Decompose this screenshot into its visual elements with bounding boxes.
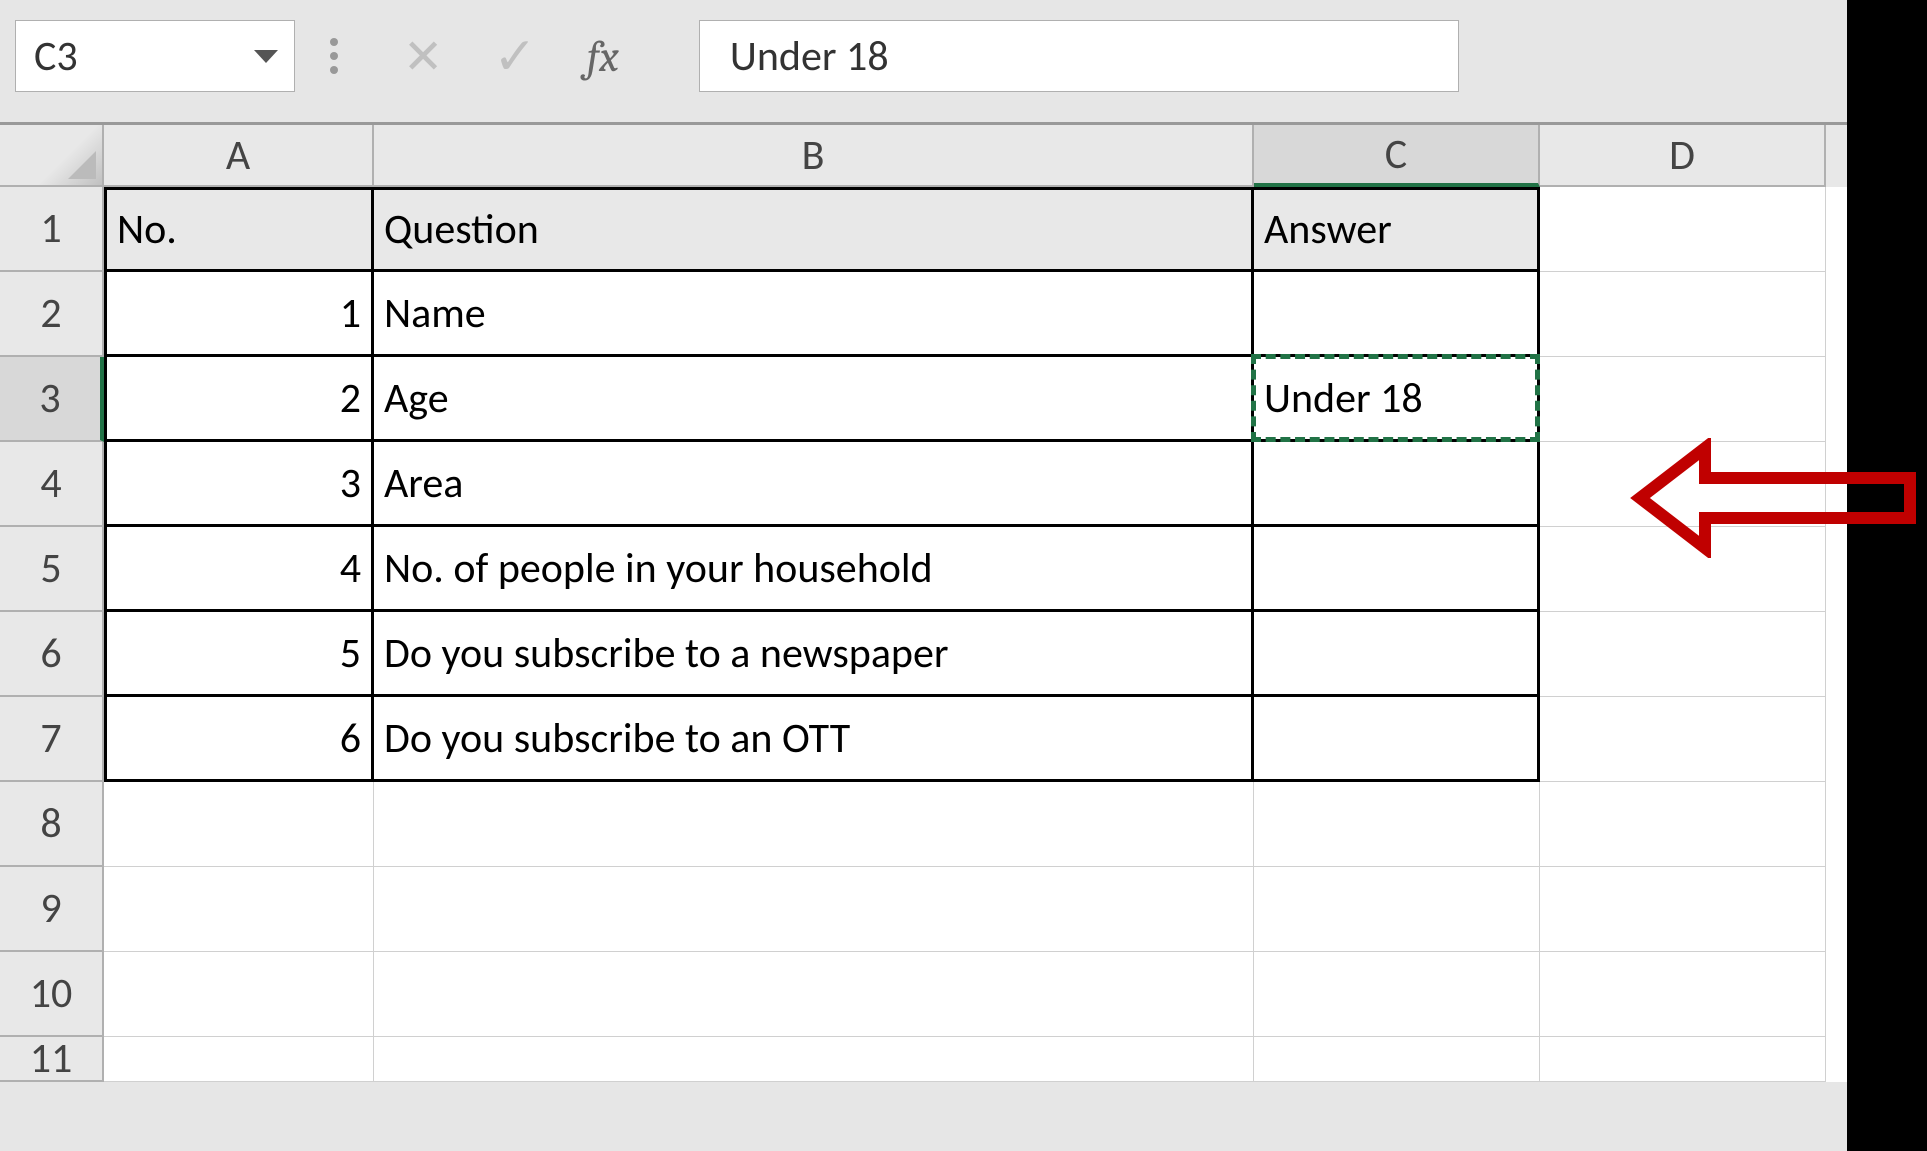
row-header-1[interactable]: 1: [0, 187, 104, 272]
cell-B7[interactable]: Do you subscribe to an OTT: [374, 697, 1254, 782]
row-header-9[interactable]: 9: [0, 867, 104, 952]
row-header-2[interactable]: 2: [0, 272, 104, 357]
cell-B6[interactable]: Do you subscribe to a newspaper: [374, 612, 1254, 697]
cell-C6[interactable]: [1254, 612, 1540, 697]
confirm-icon[interactable]: ✓: [493, 24, 537, 88]
row-header-3[interactable]: 3: [0, 357, 104, 442]
cell-A7[interactable]: 6: [104, 697, 374, 782]
cell-A1[interactable]: No.: [104, 187, 374, 272]
cell-A3[interactable]: 2: [104, 357, 374, 442]
cell-C3-value: Under 18: [1264, 373, 1423, 424]
cell-B11[interactable]: [374, 1037, 1254, 1082]
formula-bar: C3 ✕ ✓ fx Under 18: [0, 0, 1927, 122]
cell-D6[interactable]: [1540, 612, 1826, 697]
cell-C5[interactable]: [1254, 527, 1540, 612]
row-header-6[interactable]: 6: [0, 612, 104, 697]
cell-D11[interactable]: [1540, 1037, 1826, 1082]
cell-C9[interactable]: [1254, 867, 1540, 952]
spreadsheet-grid: A B C D 1 2 3 4 5 6 7 8 9 10 11 No. Ques…: [0, 122, 1927, 1082]
column-header-B[interactable]: B: [374, 125, 1254, 187]
cell-B1[interactable]: Question: [374, 187, 1254, 272]
column-headers: A B C D: [0, 122, 1927, 187]
annotation-arrow-icon: [1620, 438, 1927, 558]
formula-value: Under 18: [730, 31, 889, 82]
name-box-dropdown-icon[interactable]: [254, 50, 278, 63]
fx-icon[interactable]: fx: [587, 31, 619, 82]
cell-C3[interactable]: Under 18: [1254, 357, 1540, 442]
row-headers: 1 2 3 4 5 6 7 8 9 10 11: [0, 187, 104, 1082]
formula-input[interactable]: Under 18: [699, 20, 1459, 92]
cell-B3[interactable]: Age: [374, 357, 1254, 442]
cell-C8[interactable]: [1254, 782, 1540, 867]
cell-C1[interactable]: Answer: [1254, 187, 1540, 272]
cell-C7[interactable]: [1254, 697, 1540, 782]
cell-B2[interactable]: Name: [374, 272, 1254, 357]
row-header-4[interactable]: 4: [0, 442, 104, 527]
formula-bar-separator: [315, 38, 353, 74]
cell-D1[interactable]: [1540, 187, 1826, 272]
cell-C4[interactable]: [1254, 442, 1540, 527]
cell-A9[interactable]: [104, 867, 374, 952]
cell-A10[interactable]: [104, 952, 374, 1037]
cell-D3[interactable]: [1540, 357, 1826, 442]
row-header-11[interactable]: 11: [0, 1037, 104, 1082]
cell-D2[interactable]: [1540, 272, 1826, 357]
column-header-A[interactable]: A: [104, 125, 374, 187]
column-header-C[interactable]: C: [1254, 125, 1540, 187]
cell-D7[interactable]: [1540, 697, 1826, 782]
cell-reference: C3: [34, 31, 78, 82]
cell-A5[interactable]: 4: [104, 527, 374, 612]
cell-A6[interactable]: 5: [104, 612, 374, 697]
select-all-corner[interactable]: [0, 125, 104, 187]
name-box[interactable]: C3: [15, 20, 295, 92]
cell-A11[interactable]: [104, 1037, 374, 1082]
right-black-strip: [1847, 0, 1927, 1151]
formula-bar-buttons: ✕ ✓ fx: [373, 24, 649, 88]
cell-A8[interactable]: [104, 782, 374, 867]
cancel-icon[interactable]: ✕: [403, 27, 443, 86]
cell-D9[interactable]: [1540, 867, 1826, 952]
row-header-7[interactable]: 7: [0, 697, 104, 782]
cell-A2[interactable]: 1: [104, 272, 374, 357]
cell-C2[interactable]: [1254, 272, 1540, 357]
cell-D8[interactable]: [1540, 782, 1826, 867]
cell-B9[interactable]: [374, 867, 1254, 952]
cell-B5[interactable]: No. of people in your household: [374, 527, 1254, 612]
cell-C11[interactable]: [1254, 1037, 1540, 1082]
cell-A4[interactable]: 3: [104, 442, 374, 527]
cell-B4[interactable]: Area: [374, 442, 1254, 527]
cells-area: No. Question Answer 1 Name 2 Age Under 1…: [104, 187, 1826, 1082]
cell-B10[interactable]: [374, 952, 1254, 1037]
row-header-5[interactable]: 5: [0, 527, 104, 612]
cell-B8[interactable]: [374, 782, 1254, 867]
cell-C10[interactable]: [1254, 952, 1540, 1037]
row-header-8[interactable]: 8: [0, 782, 104, 867]
cell-D10[interactable]: [1540, 952, 1826, 1037]
row-header-10[interactable]: 10: [0, 952, 104, 1037]
column-header-D[interactable]: D: [1540, 125, 1826, 187]
